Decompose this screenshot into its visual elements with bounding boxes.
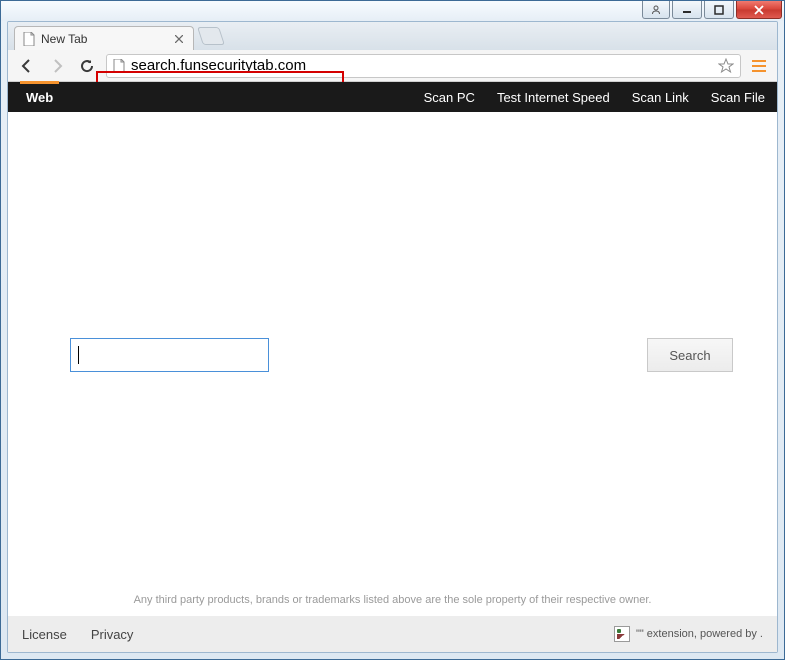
user-icon: [651, 5, 661, 15]
arrow-left-icon: [18, 57, 36, 75]
nav-link-test-speed[interactable]: Test Internet Speed: [497, 90, 610, 105]
user-button[interactable]: [642, 1, 670, 19]
page-nav-bar: Web Scan PC Test Internet Speed Scan Lin…: [8, 82, 777, 112]
nav-link-scan-file[interactable]: Scan File: [711, 90, 765, 105]
footer-right: "" extension, powered by .: [614, 626, 763, 642]
maximize-button[interactable]: [704, 1, 734, 19]
reload-icon: [79, 58, 95, 74]
page-content: Web Scan PC Test Internet Speed Scan Lin…: [8, 82, 777, 652]
page-body: Search Any third party products, brands …: [8, 112, 777, 652]
address-bar-text: search.funsecuritytab.com: [131, 57, 712, 74]
nav-tab-label: Web: [26, 90, 53, 105]
hamburger-icon: [752, 60, 766, 62]
browser-tab[interactable]: New Tab: [14, 26, 194, 50]
bookmark-button[interactable]: [718, 58, 734, 74]
close-icon: [753, 5, 765, 15]
nav-tab-web[interactable]: Web: [20, 82, 59, 112]
chrome-menu-button[interactable]: [749, 56, 769, 76]
star-icon: [718, 58, 734, 74]
forward-button[interactable]: [46, 55, 68, 77]
close-icon: [175, 35, 183, 43]
back-button[interactable]: [16, 55, 38, 77]
search-input[interactable]: [70, 338, 269, 372]
broken-image-icon: [614, 626, 630, 642]
minimize-button[interactable]: [672, 1, 702, 19]
footer-link-license[interactable]: License: [22, 627, 67, 642]
text-caret: [78, 346, 79, 364]
close-window-button[interactable]: [736, 1, 782, 19]
tab-strip: New Tab: [8, 22, 777, 50]
page-icon: [23, 32, 35, 46]
tab-close-button[interactable]: [173, 33, 185, 45]
window-titlebar: [1, 1, 784, 21]
footer-link-privacy[interactable]: Privacy: [91, 627, 134, 642]
page-footer: License Privacy "" extension, powered by…: [8, 616, 777, 652]
address-bar[interactable]: search.funsecuritytab.com: [106, 54, 741, 78]
search-row: Search: [70, 338, 733, 372]
browser-toolbar: search.funsecuritytab.com: [8, 50, 777, 82]
disclaimer-text: Any third party products, brands or trad…: [8, 594, 777, 606]
arrow-right-icon: [48, 57, 66, 75]
nav-link-scan-link[interactable]: Scan Link: [632, 90, 689, 105]
reload-button[interactable]: [76, 55, 98, 77]
search-button[interactable]: Search: [647, 338, 733, 372]
search-input-wrap: [70, 338, 633, 372]
page-icon: [113, 59, 125, 73]
nav-link-scan-pc[interactable]: Scan PC: [424, 90, 475, 105]
window-frame: New Tab search.funsecuritytab.com: [0, 0, 785, 660]
new-tab-button[interactable]: [197, 27, 225, 45]
browser-client: New Tab search.funsecuritytab.com: [7, 21, 778, 653]
footer-right-text: "" extension, powered by .: [636, 628, 763, 640]
maximize-icon: [714, 5, 724, 15]
tab-title: New Tab: [41, 32, 87, 46]
minimize-icon: [682, 5, 692, 15]
